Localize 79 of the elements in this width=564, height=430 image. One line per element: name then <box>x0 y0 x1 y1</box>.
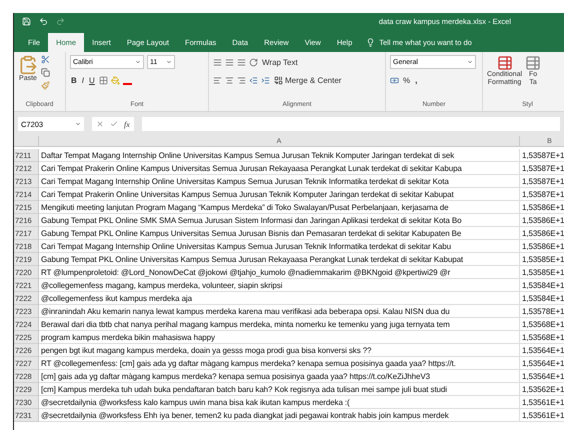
formula-field[interactable] <box>142 117 560 131</box>
table-cell: RT @collegemenfess: [cm] gais ada yg daftar màgang kampus merdeka? kenapa semua posisinya gaada yaa? https://t. <box>39 357 520 370</box>
align-bottom-icon[interactable] <box>237 58 246 66</box>
cancel-icon[interactable] <box>96 120 104 128</box>
table-cell: 1,53564E+1 <box>520 370 564 383</box>
align-middle-icon[interactable] <box>225 58 234 66</box>
table-cell: 1,53585E+1 <box>520 253 564 266</box>
borders-icon[interactable] <box>98 76 108 84</box>
caret-icon <box>75 121 81 127</box>
align-right-icon[interactable] <box>237 76 246 84</box>
table-cell: 1,53586E+1 <box>520 214 564 227</box>
align-left-icon[interactable] <box>213 76 222 84</box>
table-cell: Gabung Tempat PKL Online Kampus Universitas Semua Jurusan Bisnis dan Pemasaran terdekat di sekitar Kabupaten Be <box>39 227 520 240</box>
enter-icon[interactable] <box>110 120 118 128</box>
align-top-icon[interactable] <box>213 58 222 66</box>
table-cell: 1,53587E+1 <box>520 175 564 188</box>
merge-center-button[interactable]: Merge & Center <box>273 73 342 87</box>
table-cell: pengen bgt ikut magang kampus merdeka, doain ya gesss moga prodi gua bisa konversi sks ?? <box>39 344 520 357</box>
table-cell: 1,53561E+1 <box>520 396 564 409</box>
copy-icon[interactable] <box>41 68 50 77</box>
align-center-icon[interactable] <box>225 76 234 84</box>
merge-icon <box>274 76 283 84</box>
increase-indent-icon[interactable] <box>261 76 270 84</box>
table-cell: @secretdailynia @worksfess kalo kampus uwin mana bisa kak ikutan kampus merdeka :( <box>39 396 520 409</box>
save-icon[interactable] <box>22 17 31 26</box>
table-icon <box>496 55 513 71</box>
table-cell: 1,53561E+1 <box>520 409 564 422</box>
table-cell: 1,53586E+1 <box>520 240 564 253</box>
table-cell: program kampus merdeka bikin mahasiswa happy <box>39 331 520 344</box>
table-cell: @collegemenfess magang, kampus merdeka, volunteer, siapin skripsi <box>39 279 520 292</box>
table-cell: 1,53586E+1 <box>520 227 564 240</box>
percent-button[interactable]: % <box>402 73 412 87</box>
underline-button[interactable]: U <box>88 73 96 87</box>
table-cell: 1,53584E+1 <box>520 292 564 305</box>
table-cell: 1,53586E+1 <box>520 201 564 214</box>
table-cell: Cari Tempat Magang Internship Online Universitas Kampus Semua Jurusan Teknik Informatika terdekat di sekitar Kota <box>39 175 520 188</box>
table-icon <box>525 55 542 71</box>
undo-icon[interactable] <box>39 17 48 26</box>
table-cell: @secretdailynia @worksfess Ehh iya bener, temen2 ku pada diangkat jadi pegawai kontrak habis join kampus merdek <box>39 409 520 422</box>
table-cell: Gabung Tempat PKL Online Universitas Kampus Semua Jurusan Rekayaasa Perangkat Lunak terdekat di sekitar Kabupat <box>39 253 520 266</box>
table-cell: Cari Tempat Prakerin Online Kampus Universitas Semua Jurusan Rekayaasa Perangkat Lunak terdekat di sekitar Kabupa <box>39 162 520 175</box>
table-cell: Cari Tempat Prakerin Online Universitas Kampus Semua Jurusan Teknik Komputer Jaringan terdekat di sekitar Kabupat <box>39 188 520 201</box>
table-cell: Gabung Tempat PKL Online SMK SMA Semua Jurusan Sistem Informasi dan Jaringan Aplikasi terdekat di sekitar Kota Bo <box>39 214 520 227</box>
comma-button[interactable]: , <box>414 73 418 87</box>
table-cell: 1,53587E+1 <box>520 149 564 162</box>
table-cell: 1,53578E+1 <box>520 305 564 318</box>
table-cell: [cm] gais ada yg daftar màgang kampus merdeka? kenapa semua posisinya gaada yaa? https://t.co/KeZiJhheV3 <box>39 370 520 383</box>
orientation-icon[interactable] <box>249 58 258 66</box>
table-cell: @inranindah Aku kemarin nanya lewat kampus merdeka karena mau verifikasi ada beberapa opsi. Kalau NISN dua du <box>39 305 520 318</box>
table-cell: @collegemenfess ikut kampus merdeka aja <box>39 292 520 305</box>
insert-function-button[interactable]: fx <box>124 120 130 128</box>
caret-icon <box>166 59 172 65</box>
table-cell: 1,53587E+1 <box>520 188 564 201</box>
table-cell: 1,53568E+1 <box>520 331 564 344</box>
redo-icon[interactable] <box>56 17 65 26</box>
table-cell: 1,53568E+1 <box>520 318 564 331</box>
table-cell: 1,53584E+1 <box>520 279 564 292</box>
currency-icon[interactable] <box>390 76 399 84</box>
table-cell: [cm] Kampus merdeka tuh udah buka pendaftaran batch baru kah? Kok regisnya ada tulisan mei sampe juli buat studi <box>39 383 520 396</box>
clipboard-icon <box>18 55 38 75</box>
caret-icon <box>467 59 473 65</box>
table-cell: 1,53585E+1 <box>520 266 564 279</box>
decrease-indent-icon[interactable] <box>249 76 258 84</box>
table-cell: 1,53562E+1 <box>520 383 564 396</box>
table-cell: 1,53564E+1 <box>520 357 564 370</box>
italic-button[interactable]: I <box>80 73 86 87</box>
table-cell: 1,53564E+1 <box>520 344 564 357</box>
table-cell: 1,53587E+1 <box>520 162 564 175</box>
table-cell: Berawal dari dia tbtb chat nanya perihal magang kampus merdeka, minta nomerku ke temenku yang juga ternyata tem <box>39 318 520 331</box>
table-cell: Cari Tempat Magang Internship Online Universitas Kampus Semua Jurusan Teknik Informatika terdekat di sekitar Kabu <box>39 240 520 253</box>
lightbulb-icon[interactable] <box>366 38 376 47</box>
cut-icon[interactable] <box>41 55 50 64</box>
table-cell: Daftar Tempat Magang Internship Online Universitas Kampus Semua Jurusan Teknik Komputer Jaringan terdekat di sek <box>39 149 520 162</box>
wrap-text-button[interactable]: Wrap Text <box>261 55 299 69</box>
caret-icon <box>135 59 141 65</box>
table-cell: RT @lumpenproletoid: @Lord_NonowDeCat @jokowi @tjahjo_kumolo @nadiemmakarim @BKNgoid @kpertiwi29 @r <box>39 266 520 279</box>
table-cell: Mengikuti meeting lanjutan Program Magang “Kampus Merdeka” di Toko Swalayan/Pusat Perbelanjaan, kerjasama de <box>39 201 520 214</box>
bold-button[interactable]: B <box>70 73 78 87</box>
fill-color-icon[interactable] <box>110 76 120 84</box>
